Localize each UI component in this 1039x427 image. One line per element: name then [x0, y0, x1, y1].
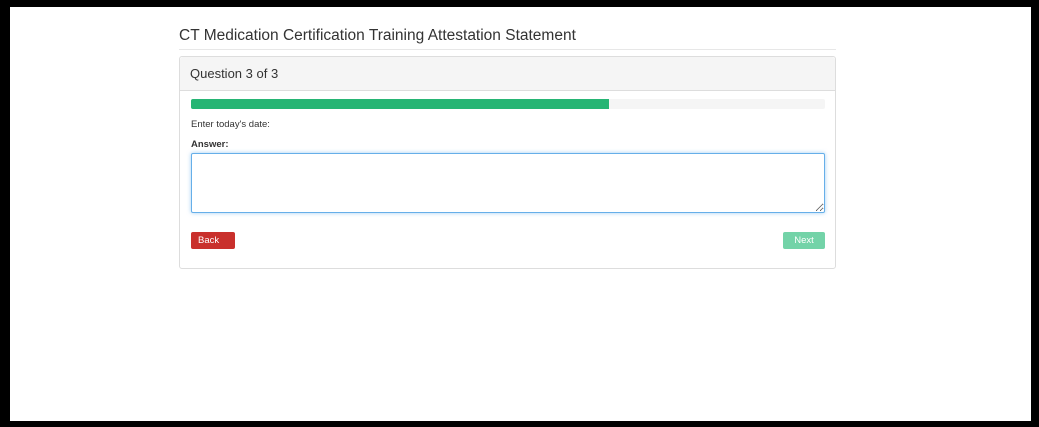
progress-bar — [191, 99, 610, 109]
question-panel: Question 3 of 3 Enter today's date: Answ… — [179, 56, 836, 269]
question-heading: Question 3 of 3 — [180, 57, 835, 91]
question-text: Enter today's date: — [191, 119, 270, 130]
progress-track — [191, 99, 825, 109]
page-title: CT Medication Certification Training Att… — [179, 27, 836, 50]
next-button[interactable]: Next — [783, 232, 825, 249]
back-button[interactable]: Back — [191, 232, 235, 249]
answer-textarea[interactable] — [191, 153, 825, 213]
browser-viewport: CT Medication Certification Training Att… — [10, 7, 1031, 421]
answer-label: Answer: — [191, 139, 229, 150]
